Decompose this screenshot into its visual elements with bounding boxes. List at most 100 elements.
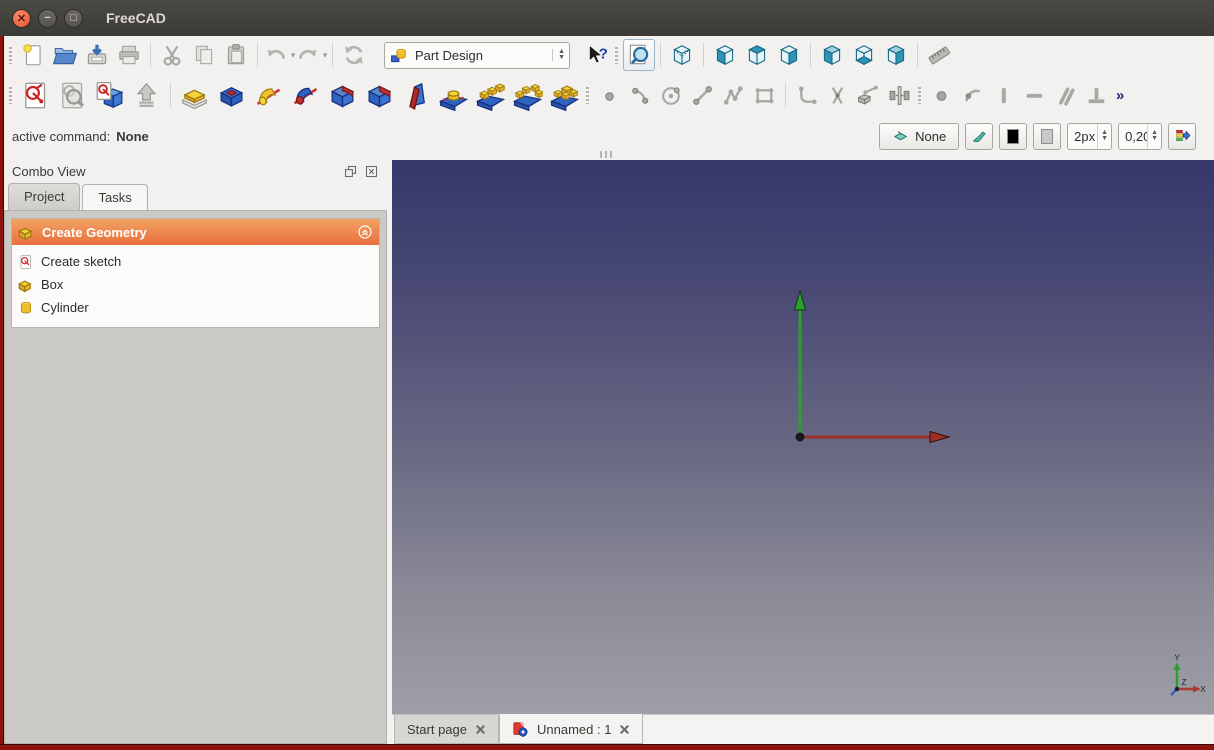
toolbar-separator [332,43,333,67]
task-item-label: Cylinder [41,300,89,315]
rear-view-button[interactable] [816,39,848,71]
toolbar-grip[interactable] [615,47,618,64]
toolbar-separator [785,83,786,107]
right-view-button[interactable] [773,39,805,71]
active-command-label: active command: [12,129,110,144]
combo-view-title: Combo View [12,164,337,179]
axis-x-label: X [1200,685,1206,694]
workbench-selector[interactable]: Part Design ▲▼ [384,42,570,69]
draw-style-button[interactable] [965,123,993,150]
bottom-view-button[interactable] [848,39,880,71]
document-tab-unnamed-1[interactable]: Unnamed : 1 [499,714,643,744]
new-document-button[interactable] [17,39,49,71]
line-color-button[interactable] [999,123,1027,150]
splitter-handle[interactable] [600,151,616,159]
measure-button[interactable] [923,39,955,71]
document-tab-label: Start page [407,722,467,737]
task-box: Create Geometry Create sketch Box Cylinder [11,218,380,328]
close-tab-icon[interactable] [619,724,630,735]
create-rectangle-button [749,79,780,111]
sketch-small-icon [18,254,34,270]
toolbar-grip[interactable] [9,87,12,104]
constraint-horizontal-button [1019,79,1050,111]
task-item-label: Box [41,277,63,292]
toolbar-area: ▾▾ Part Design ▲▼ ? » active command: No… [4,36,1214,156]
line-width-spinbox[interactable]: 2px ▲▼ [1067,123,1112,150]
face-appearance-button[interactable]: None [879,123,959,150]
window-titlebar[interactable]: ✕ − □ FreeCAD [0,0,1214,36]
print-icon [113,39,145,71]
mirrored-button[interactable] [435,76,472,114]
revolution-button[interactable] [250,76,287,114]
cube-axo-icon [666,39,698,71]
3d-viewport[interactable]: Y Z X [392,160,1214,714]
map-sketch-button[interactable] [91,76,128,114]
float-panel-icon[interactable] [343,164,358,179]
workbench-selector-arrows[interactable]: ▲▼ [552,49,565,61]
task-item-cylinder[interactable]: Cylinder [18,296,375,319]
svg-text:?: ? [599,46,608,63]
geo-polyline-icon [718,79,749,111]
con-parallel-icon [1050,79,1081,111]
con-horizontal-icon [1019,79,1050,111]
whats-this-button[interactable]: ? [580,39,612,71]
open-button[interactable] [49,39,81,71]
draft-button[interactable] [398,76,435,114]
task-section-title: Create Geometry [42,225,357,240]
toolbar-grip[interactable] [918,87,921,104]
fillet-button[interactable] [324,76,361,114]
task-item-box[interactable]: Box [18,273,375,296]
toolbar-grip[interactable] [9,47,12,64]
window-border-bottom[interactable] [0,744,1214,750]
polar-pattern-button[interactable] [509,76,546,114]
tab-project[interactable]: Project [8,183,80,210]
pad-button[interactable] [176,76,213,114]
axonometric-view-button[interactable] [666,39,698,71]
external-geometry-button [853,79,884,111]
close-tab-icon[interactable] [475,724,486,735]
cube-front-icon [709,39,741,71]
save-button[interactable] [81,39,113,71]
tab-tasks[interactable]: Tasks [82,184,147,211]
pocket-button[interactable] [213,76,250,114]
con-perpendicular-icon [1081,79,1112,111]
front-view-button[interactable] [709,39,741,71]
apply-appearance-button[interactable] [1168,123,1196,150]
task-section-header[interactable]: Create Geometry [12,219,379,245]
fillet-icon [324,76,361,114]
groove-button[interactable] [287,76,324,114]
pad-icon [176,76,213,114]
chamfer-button[interactable] [361,76,398,114]
fit-all-button[interactable] [623,39,655,71]
top-view-button[interactable] [741,39,773,71]
maximize-window-button[interactable]: □ [64,9,83,28]
transparency-spinbox[interactable]: 0,20 ▲▼ [1118,123,1162,150]
multitransform-button[interactable] [546,76,583,114]
task-item-create-sketch[interactable]: Create sketch [18,250,375,273]
toolbar-overflow-chevron[interactable]: » [1116,87,1124,104]
line-width-arrows[interactable]: ▲▼ [1097,124,1111,149]
redo-icon [295,39,321,71]
document-tabbar: Start page Unnamed : 1 [392,714,1214,744]
symmetry-button [884,79,915,111]
close-window-button[interactable]: ✕ [12,9,31,28]
minimize-window-button[interactable]: − [38,9,57,28]
box-small-icon [18,277,34,293]
linear-pattern-button[interactable] [472,76,509,114]
left-view-button[interactable] [880,39,912,71]
document-tab-start-page[interactable]: Start page [394,715,499,744]
geo-point-icon [594,79,625,111]
face-color-button[interactable] [1033,123,1061,150]
constraint-parallel-button [1050,79,1081,111]
toolbar-grip[interactable] [586,87,589,104]
measure-icon [923,39,955,71]
close-panel-icon[interactable] [364,164,379,179]
collapse-section-icon[interactable] [357,224,373,240]
tasks-panel-body: Create Geometry Create sketch Box Cylinder [4,210,387,744]
transparency-arrows[interactable]: ▲▼ [1147,124,1161,149]
view-sketch-button [54,76,91,114]
map-sketch-icon [91,76,128,114]
new-sketch-button[interactable] [17,76,54,114]
line-color-swatch [1007,129,1019,144]
create-arc-button [625,79,656,111]
